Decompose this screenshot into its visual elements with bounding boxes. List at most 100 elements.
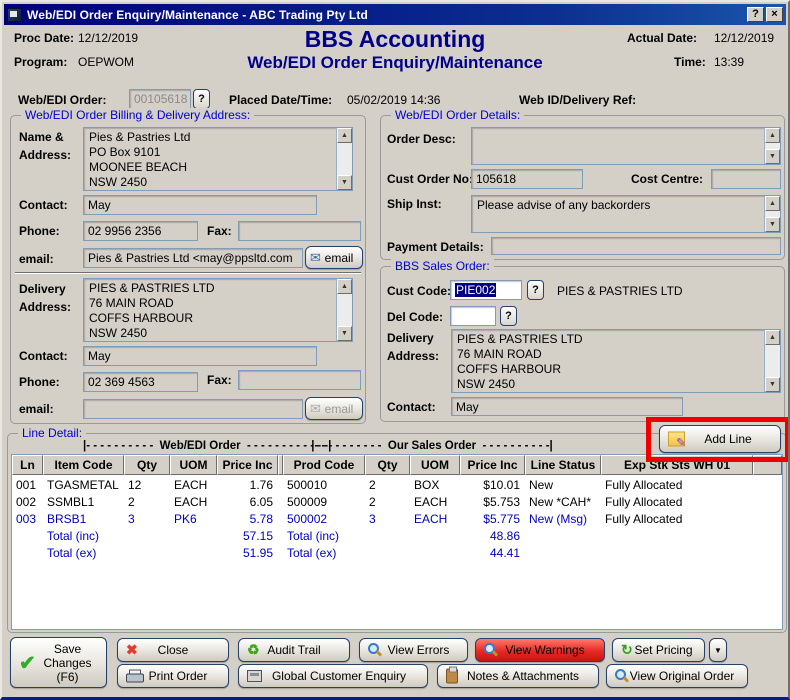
scroll-down-icon[interactable]: ▼	[337, 326, 352, 341]
ship-inst-textbox[interactable]: Please advise of any backorders ▲ ▼	[471, 195, 781, 233]
delivery-address-text: PIES & PASTRIES LTD 76 MAIN ROAD COFFS H…	[84, 279, 336, 341]
delivery-email-button[interactable]: ✉ email	[305, 397, 363, 420]
scroll-down-icon[interactable]: ▼	[337, 175, 352, 190]
audit-trail-button[interactable]: ♻ Audit Trail	[238, 638, 350, 662]
scroll-down-icon[interactable]: ▼	[765, 149, 780, 164]
contact-input[interactable]: May	[83, 195, 317, 215]
web-edi-order-input[interactable]: 00105618	[129, 89, 191, 109]
cust-code-input[interactable]: PIE002	[450, 280, 522, 300]
actual-date-label: Actual Date:	[627, 31, 697, 45]
delivery-fax-input[interactable]	[238, 370, 361, 390]
set-pricing-button[interactable]: ↻ Set Pricing	[612, 638, 705, 662]
print-order-button[interactable]: Print Order	[117, 664, 229, 688]
scroll-up-icon[interactable]: ▲	[765, 196, 780, 211]
close-x-icon: ✖	[126, 642, 138, 659]
cust-order-no-input[interactable]: 105618	[471, 169, 583, 189]
email-input[interactable]: Pies & Pastries Ltd <may@ppsltd.com	[83, 248, 303, 268]
delivery-address-scrollbar[interactable]: ▲ ▼	[336, 279, 352, 341]
view-original-order-button[interactable]: View Original Order	[606, 664, 748, 688]
scroll-up-icon[interactable]: ▲	[765, 330, 780, 345]
cell-uom: EACH	[170, 477, 217, 494]
column-header-qty[interactable]: Qty	[124, 455, 170, 475]
cell-so-uom: BOX	[410, 477, 460, 494]
order-desc-scrollbar[interactable]: ▲ ▼	[764, 128, 780, 164]
so-delivery-address-textbox[interactable]: PIES & PASTRIES LTD 76 MAIN ROAD COFFS H…	[451, 329, 781, 393]
cell-empty	[365, 528, 410, 545]
del-code-input[interactable]	[450, 306, 496, 326]
close-window-button[interactable]: ×	[766, 7, 783, 22]
column-header-item-code[interactable]: Item Code	[43, 455, 124, 475]
cell-trailing	[753, 528, 782, 545]
time-value: 13:39	[714, 55, 744, 69]
cell-empty	[525, 545, 601, 562]
app-window: Web/EDI Order Enquiry/Maintenance - ABC …	[0, 0, 790, 700]
column-header-so-price-inc[interactable]: Price Inc	[460, 455, 525, 475]
cell-price-inc: 6.05	[217, 494, 278, 511]
delivery-email-input[interactable]	[83, 399, 303, 419]
table-row[interactable]: 003 BRSB1 3 PK6 5.78 500002 3 EACH $5.77…	[12, 511, 782, 528]
cust-code-lookup-button[interactable]: ?	[527, 280, 544, 300]
column-header-line-status[interactable]: Line Status	[525, 455, 601, 475]
scroll-up-icon[interactable]: ▲	[337, 128, 352, 143]
order-desc-textbox[interactable]: ▲ ▼	[471, 127, 781, 165]
web-edi-order-lookup-button[interactable]: ?	[193, 89, 210, 109]
so-contact-input[interactable]: May	[451, 397, 683, 416]
title-bar[interactable]: Web/EDI Order Enquiry/Maintenance - ABC …	[4, 4, 786, 25]
help-button[interactable]: ?	[747, 7, 764, 22]
scroll-up-icon[interactable]: ▲	[765, 128, 780, 143]
table-row[interactable]: 001 TGASMETAL 12 EACH 1.76 500010 2 BOX …	[12, 477, 782, 494]
so-delivery-address-scrollbar[interactable]: ▲ ▼	[764, 330, 780, 392]
phone-input[interactable]: 02 9956 2356	[83, 221, 198, 241]
scroll-down-icon[interactable]: ▼	[765, 377, 780, 392]
table-row[interactable]: 002 SSMBL1 2 EACH 6.05 500009 2 EACH $5.…	[12, 494, 782, 511]
web-edi-order-label: Web/EDI Order:	[18, 93, 106, 107]
fax-input[interactable]	[238, 221, 361, 241]
del-code-lookup-button[interactable]: ?	[500, 306, 517, 326]
delivery-phone-input[interactable]: 02 369 4563	[83, 372, 198, 392]
order-desc-label: Order Desc:	[387, 132, 456, 146]
add-line-button[interactable]: Add Line	[659, 425, 781, 453]
so-delivery-address-label-2: Address:	[387, 349, 439, 363]
scroll-up-icon[interactable]: ▲	[337, 279, 352, 294]
cell-so-uom: EACH	[410, 494, 460, 511]
cell-uom: PK6	[170, 511, 217, 528]
totals-row-inc: Total (inc) 57.15 Total (inc) 48.86	[12, 528, 782, 545]
cell-so-price-inc: $5.775	[460, 511, 525, 528]
so-delivery-address-label-1: Delivery	[387, 331, 434, 345]
delivery-contact-input[interactable]: May	[83, 346, 317, 366]
delivery-address-textbox[interactable]: PIES & PASTRIES LTD 76 MAIN ROAD COFFS H…	[83, 278, 353, 342]
ship-inst-scrollbar[interactable]: ▲ ▼	[764, 196, 780, 232]
column-header-price-inc[interactable]: Price Inc	[217, 455, 278, 475]
column-header-so-uom[interactable]: UOM	[410, 455, 460, 475]
scroll-down-icon[interactable]: ▼	[765, 217, 780, 232]
view-warnings-button[interactable]: View Warnings	[475, 638, 605, 662]
column-header-prod-code[interactable]: Prod Code	[283, 455, 365, 475]
recycle-icon: ♻	[247, 642, 260, 659]
web-total-ex-label: Total (ex)	[43, 545, 124, 562]
name-address-scrollbar[interactable]: ▲ ▼	[336, 128, 352, 190]
set-pricing-dropdown-button[interactable]: ▼	[709, 638, 727, 662]
cost-centre-input[interactable]	[711, 169, 781, 189]
set-pricing-icon: ↻	[621, 642, 633, 659]
fax-label: Fax:	[207, 224, 232, 238]
cell-empty	[12, 528, 43, 545]
notes-attachments-button[interactable]: Notes & Attachments	[437, 664, 599, 688]
web-total-inc-value: 57.15	[217, 528, 278, 545]
view-errors-button[interactable]: View Errors	[359, 638, 468, 662]
name-address-textbox[interactable]: Pies & Pastries Ltd PO Box 9101 MOONEE B…	[83, 127, 353, 191]
payment-details-input[interactable]	[491, 237, 781, 255]
column-header-ln[interactable]: Ln	[12, 455, 43, 475]
cell-prod-code: 500009	[283, 494, 365, 511]
cell-exp-stk-sts: Fully Allocated	[601, 494, 753, 511]
column-header-so-qty[interactable]: Qty	[365, 455, 410, 475]
cell-so-qty: 2	[365, 477, 410, 494]
global-customer-enquiry-button[interactable]: Global Customer Enquiry	[238, 664, 428, 688]
cell-empty	[525, 528, 601, 545]
close-button[interactable]: ✖ Close	[117, 638, 229, 662]
bbs-sales-order-group: BBS Sales Order: Cust Code: PIE002 ? PIE…	[380, 266, 785, 422]
column-header-uom[interactable]: UOM	[170, 455, 217, 475]
email-button[interactable]: ✉ email	[305, 246, 363, 269]
so-total-inc-label: Total (inc)	[283, 528, 365, 545]
ship-inst-text: Please advise of any backorders	[472, 196, 764, 232]
save-changes-button[interactable]: ✔ Save Changes (F6)	[10, 637, 107, 688]
